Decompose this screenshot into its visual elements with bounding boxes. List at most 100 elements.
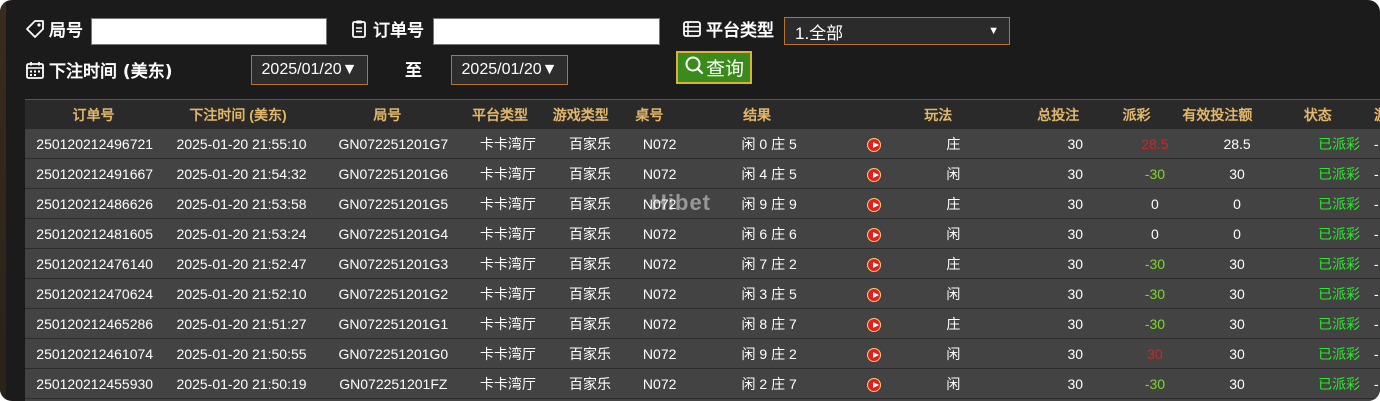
- play-cell: 庄: [946, 135, 961, 152]
- table-header: 订单号 下注时间 (美东) 局号 平台类型 游戏类型 桌号 结果 玩法 总投注 …: [25, 99, 1380, 129]
- header-status[interactable]: 状态: [1283, 105, 1352, 125]
- order-cell: 250120212491667: [36, 165, 154, 182]
- play-icon[interactable]: [866, 257, 881, 272]
- platform-select[interactable]: 1.全部 ▼: [784, 17, 1010, 45]
- game-extra-cell: -: [1373, 165, 1379, 182]
- order-input[interactable]: [433, 18, 660, 45]
- game-extra-cell: -: [1373, 255, 1379, 272]
- table-cell: N072: [642, 255, 677, 272]
- valid-bet-cell: 30: [1229, 165, 1245, 182]
- platform-cell: 卡卡湾厅: [479, 375, 536, 392]
- table-cell: N072: [642, 225, 677, 242]
- round-cell: GN072251201G1: [338, 315, 449, 332]
- table-row: 250120212481605 2025-01-20 21:53:24 GN0722…: [25, 219, 1380, 249]
- play-cell: 庄: [946, 315, 961, 332]
- valid-bet-cell: 28.5: [1223, 135, 1251, 152]
- header-valid-bet[interactable]: 有效投注额: [1151, 105, 1283, 125]
- platform-cell: 卡卡湾厅: [479, 315, 536, 332]
- play-cell: 庄: [946, 255, 961, 272]
- game-extra-cell: -: [1373, 135, 1379, 152]
- platform-cell: 卡卡湾厅: [479, 345, 536, 362]
- header-game-type[interactable]: 游戏类型: [539, 105, 622, 125]
- platform-cell: 卡卡湾厅: [479, 225, 536, 242]
- round-cell: GN072251201G2: [338, 285, 449, 302]
- query-button[interactable]: 查询: [676, 51, 752, 84]
- video-cell: [851, 165, 896, 182]
- platform-selected-value: 1.全部: [795, 23, 844, 43]
- play-icon[interactable]: [866, 197, 881, 212]
- result-cell: 闲 6 庄 6: [741, 225, 797, 242]
- payout-cell: 30: [1147, 345, 1163, 362]
- play-icon[interactable]: [866, 227, 881, 242]
- valid-bet-cell: 0: [1233, 195, 1241, 212]
- game-extra-cell: -: [1373, 315, 1379, 332]
- header-total-bet[interactable]: 总投注: [995, 105, 1122, 125]
- play-icon[interactable]: [866, 317, 881, 332]
- round-cell: GN072251201G0: [338, 345, 449, 362]
- header-round[interactable]: 局号: [314, 105, 461, 125]
- bet-time-cell: 2025-01-20 21:52:47: [176, 255, 307, 272]
- date-from-picker[interactable]: 2025/01/20▼: [251, 55, 368, 85]
- total-bet-cell: 30: [1067, 255, 1084, 272]
- header-play[interactable]: 玩法: [882, 105, 995, 125]
- bet-time-label-text: 下注时间 (美东): [49, 62, 173, 82]
- status-cell: 已派彩: [1318, 375, 1361, 392]
- play-cell: 庄: [946, 195, 961, 212]
- header-order[interactable]: 订单号: [25, 105, 162, 125]
- play-cell: 闲: [946, 285, 961, 302]
- table-cell: N072: [642, 135, 677, 152]
- header-table[interactable]: 桌号: [622, 105, 676, 125]
- bet-time-cell: 2025-01-20 21:51:27: [176, 315, 307, 332]
- round-cell: GN072251201G4: [338, 225, 449, 242]
- bet-time-cell: 2025-01-20 21:55:10: [176, 135, 307, 152]
- header-result[interactable]: 结果: [676, 105, 838, 125]
- payout-cell: -30: [1144, 165, 1166, 182]
- status-cell: 已派彩: [1318, 225, 1361, 242]
- status-cell: 已派彩: [1318, 135, 1361, 152]
- table-row: 250120212461074 2025-01-20 21:50:55 GN0722…: [25, 339, 1380, 369]
- date-to-picker[interactable]: 2025/01/20▼: [451, 55, 568, 85]
- status-cell: 已派彩: [1318, 195, 1361, 212]
- order-cell: 250120212496721: [36, 135, 154, 152]
- payout-cell: -30: [1144, 255, 1166, 272]
- play-icon[interactable]: [866, 167, 881, 182]
- result-cell: 闲 3 庄 5: [741, 285, 797, 302]
- table-cell: N072: [642, 195, 677, 212]
- result-cell: 闲 9 庄 9: [741, 195, 797, 212]
- header-platform[interactable]: 平台类型: [461, 105, 539, 125]
- video-cell: [851, 195, 896, 212]
- result-cell: 闲 9 庄 2: [741, 345, 797, 362]
- play-icon[interactable]: [866, 347, 881, 362]
- platform-filter-label: 平台类型: [682, 16, 774, 41]
- total-bet-cell: 30: [1067, 375, 1084, 392]
- total-bet-cell: 30: [1067, 195, 1084, 212]
- payout-cell: 28.5: [1141, 135, 1169, 152]
- clipboard-icon: [349, 19, 369, 39]
- game-type-cell: 百家乐: [568, 345, 611, 362]
- round-filter-label: 局号: [25, 16, 83, 41]
- play-icon[interactable]: [866, 137, 881, 152]
- game-extra-cell: -: [1373, 345, 1379, 362]
- frame-edge: [0, 0, 6, 401]
- play-icon[interactable]: [866, 377, 881, 392]
- bet-time-cell: 2025-01-20 21:50:55: [176, 345, 307, 362]
- status-cell: 已派彩: [1318, 165, 1361, 182]
- platform-cell: 卡卡湾厅: [479, 165, 536, 182]
- valid-bet-cell: 0: [1233, 225, 1241, 242]
- platform-cell: 卡卡湾厅: [479, 195, 536, 212]
- order-cell: 250120212486626: [36, 195, 154, 212]
- order-cell: 250120212470624: [36, 285, 154, 302]
- header-game-extra[interactable]: 游戏杉: [1352, 105, 1380, 125]
- search-icon: [684, 55, 704, 81]
- result-cell: 闲 2 庄 7: [741, 375, 797, 392]
- status-cell: 已派彩: [1318, 345, 1361, 362]
- header-payout[interactable]: 派彩: [1122, 105, 1151, 125]
- round-input[interactable]: [91, 18, 327, 45]
- table-row: 250120212465286 2025-01-20 21:51:27 GN0722…: [25, 309, 1380, 339]
- order-cell: 250120212476140: [36, 255, 154, 272]
- query-button-label: 查询: [705, 59, 744, 80]
- play-icon[interactable]: [866, 287, 881, 302]
- header-bet-time[interactable]: 下注时间 (美东): [162, 105, 314, 125]
- bet-history-panel: 局号 订单号 平台类型 1.全部 ▼ 下注时间 (美东) 2025/01/20▼…: [0, 0, 1380, 401]
- payout-cell: 0: [1151, 225, 1159, 242]
